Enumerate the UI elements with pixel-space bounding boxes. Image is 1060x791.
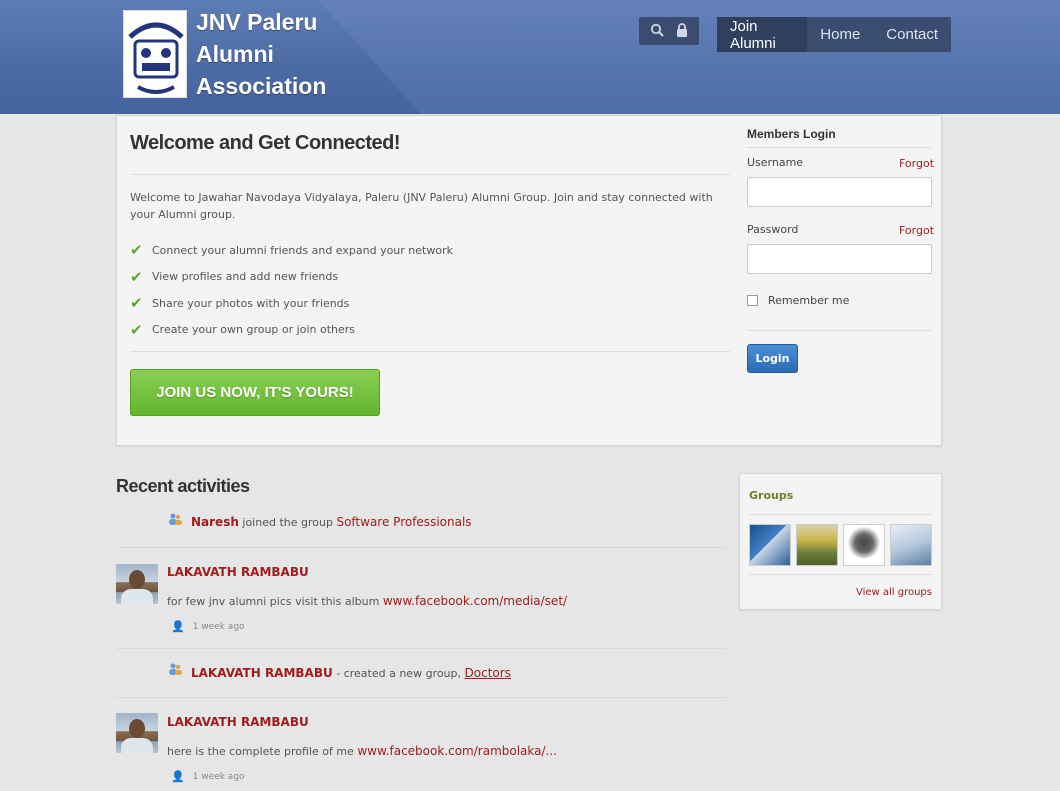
nav-home[interactable]: Home [807,17,873,52]
join-now-button[interactable]: JOIN US NOW, IT'S YOURS! [130,369,380,416]
divider [747,147,932,148]
school-sign-thumbnail[interactable] [796,524,838,566]
activity-url-link[interactable]: www.facebook.com/media/set/ [383,594,567,608]
feature-list: ✔ Connect your alumni friends and expand … [130,237,453,343]
divider [749,514,932,515]
checkmark-icon: ✔ [130,267,143,286]
header-tools [639,17,699,45]
feature-item: ✔ Create your own group or join others [130,317,453,344]
remember-me[interactable]: Remember me [747,294,849,307]
activity-user-link[interactable]: Naresh [191,515,239,529]
login-button[interactable]: Login [747,344,798,373]
checkmark-icon: ✔ [130,294,143,313]
activity-text: joined the group [242,516,333,529]
activity-user-link[interactable]: LAKAVATH RAMBABU [167,715,309,729]
activity-group-link[interactable]: Software Professionals [336,515,471,529]
feature-label: Create your own group or join others [152,323,356,337]
users-icon [168,512,182,526]
feature-item: ✔ Share your photos with your friends [130,290,453,317]
feature-label: Connect your alumni friends and expand y… [152,243,453,257]
activity-text: here is the complete profile of me www.f… [167,744,557,758]
activity-url-link[interactable]: www.facebook.com/rambolaka/... [357,744,557,758]
password-field[interactable] [747,244,932,274]
username-field[interactable] [747,177,932,207]
activity-line: Naresh joined the group Software Profess… [191,515,472,529]
divider [130,351,730,352]
divider [747,330,932,331]
school-emblem-icon[interactable] [123,10,187,98]
activity-separator [116,547,727,548]
lock-icon[interactable] [676,22,688,40]
feature-item: ✔ View profiles and add new friends [130,264,453,291]
activity-group-link[interactable]: Doctors [465,666,511,680]
site-title[interactable]: JNV Paleru Alumni Association [196,6,346,102]
activity-separator [116,697,727,698]
password-label: Password [747,223,799,236]
activity-user-link[interactable]: LAKAVATH RAMBABU [167,565,309,579]
checkmark-icon: ✔ [130,320,143,339]
site-header: JNV Paleru Alumni Association Join Alumn… [0,0,1060,114]
recent-activities-title: Recent activities [116,476,250,496]
activity-message: here is the complete profile of me [167,745,354,758]
divider [130,174,730,175]
login-title: Members Login [747,127,836,141]
activity-text: for few jnv alumni pics visit this album… [167,594,567,608]
activity-message: for few jnv alumni pics visit this album [167,595,380,608]
checkmark-icon: ✔ [130,241,143,260]
remember-me-label: Remember me [768,294,850,307]
nav-contact[interactable]: Contact [873,17,951,52]
activity-text: - created a new group, [336,667,462,680]
feature-item: ✔ Connect your alumni friends and expand … [130,237,453,264]
main-nav: Join Alumni Home Contact [717,17,951,52]
activity-meta: 👤 1 week ago [171,770,245,783]
activity-user-link[interactable]: LAKAVATH RAMBABU [191,666,333,680]
forgot-password-link[interactable]: Forgot [899,224,934,237]
welcome-title: Welcome and Get Connected! [130,132,401,154]
activity-line: LAKAVATH RAMBABU - created a new group, … [191,666,511,680]
welcome-panel: Welcome and Get Connected! Welcome to Ja… [116,115,942,446]
welcome-intro: Welcome to Jawahar Navodaya Vidyalaya, P… [130,191,713,221]
stethoscope-thumbnail[interactable] [749,524,791,566]
view-all-groups-link[interactable]: View all groups [856,587,932,598]
activity-separator [116,648,727,649]
feature-label: View profiles and add new friends [152,270,339,284]
username-label: Username [747,156,804,169]
emblem-thumbnail[interactable] [843,524,885,566]
nav-join-alumni[interactable]: Join Alumni [717,17,808,52]
activity-time: 1 week ago [192,771,245,782]
office-thumbnail[interactable] [890,524,932,566]
forgot-username-link[interactable]: Forgot [899,157,934,170]
avatar[interactable] [116,713,158,753]
groups-title: Groups [749,489,794,502]
activity-time: 1 week ago [192,621,245,632]
user-icon: 👤 [171,770,185,783]
remember-me-checkbox[interactable] [747,295,758,306]
divider [749,574,932,575]
feature-label: Share your photos with your friends [152,296,350,310]
groups-box: Groups View all groups [739,473,942,610]
users-icon [168,662,182,676]
avatar[interactable] [116,564,158,604]
search-icon[interactable] [650,23,665,40]
activity-meta: 👤 1 week ago [171,620,245,633]
user-icon: 👤 [171,620,185,633]
